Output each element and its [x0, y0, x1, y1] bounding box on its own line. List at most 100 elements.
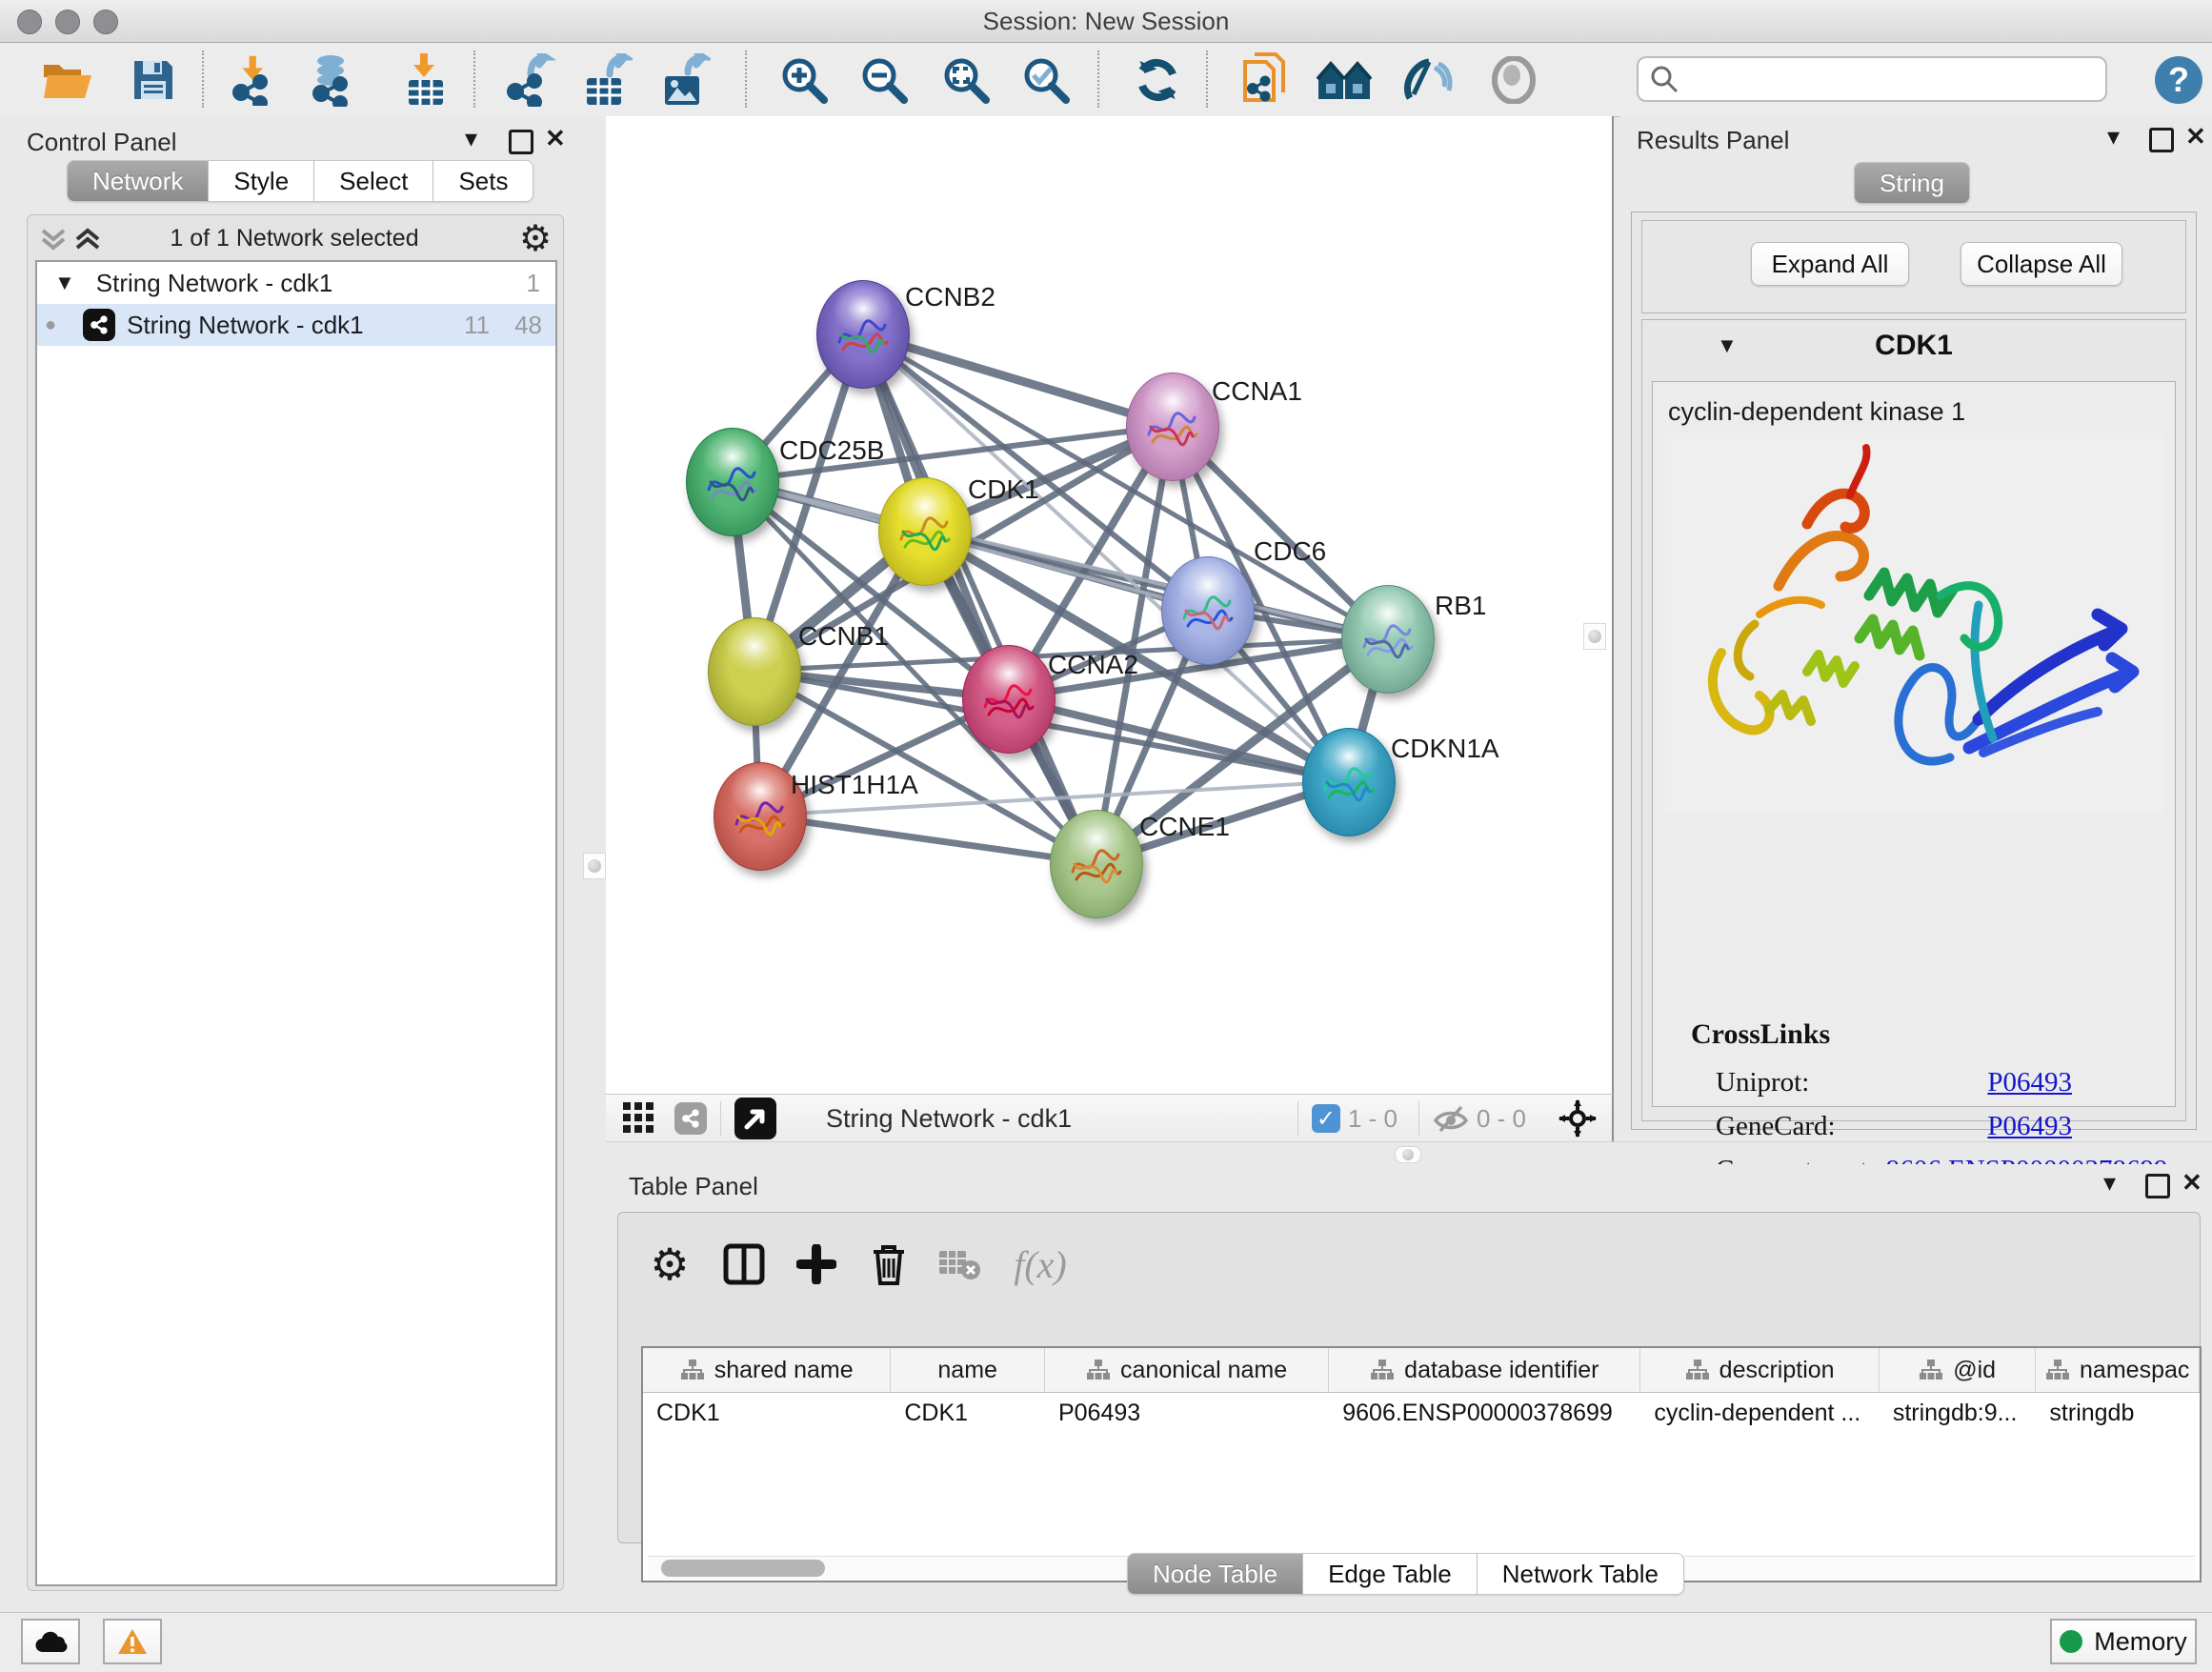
save-session-button[interactable] [126, 52, 181, 108]
table-cell[interactable]: stringdb:9... [1880, 1393, 2037, 1433]
network-row-selected[interactable]: ● String Network - cdk1 11 48 [37, 304, 555, 346]
expand-all-tree-icon[interactable] [39, 227, 68, 252]
tab-style[interactable]: Style [209, 160, 314, 202]
network-collection-row[interactable]: ▼ String Network - cdk1 1 [37, 262, 555, 304]
network-node-ccna2[interactable] [962, 645, 1056, 754]
table-options-gear-icon[interactable]: ⚙ [639, 1234, 700, 1295]
birdseye-view-icon[interactable] [734, 1098, 776, 1139]
import-table-from-file-button[interactable] [396, 52, 452, 108]
crosshair-icon[interactable] [1558, 1099, 1597, 1138]
help-button[interactable]: ? [2155, 56, 2202, 104]
table-cell[interactable]: stringdb [2036, 1393, 2200, 1433]
network-node-cdc25b[interactable] [686, 428, 779, 536]
left-splitter[interactable] [583, 116, 606, 1612]
float-panel-icon[interactable] [509, 130, 533, 154]
network-options-gear-icon[interactable]: ⚙ [519, 217, 552, 260]
show-columns-icon[interactable] [714, 1234, 774, 1295]
tab-node-table[interactable]: Node Table [1127, 1553, 1303, 1595]
hide-graphics-details-button[interactable] [1399, 52, 1455, 108]
toolbar-separator [1418, 1101, 1419, 1136]
collapse-all-button[interactable]: Collapse All [1961, 242, 2122, 286]
string-results-box: Expand All Collapse All ▼ CDK1 cyclin-de… [1631, 212, 2197, 1130]
column-header-name[interactable]: name [891, 1348, 1045, 1392]
tab-sets[interactable]: Sets [433, 160, 533, 202]
network-node-ccna1[interactable] [1126, 373, 1219, 481]
zoom-in-button[interactable] [776, 52, 832, 108]
gene-entry-box: ▼ CDK1 cyclin-dependent kinase 1 [1641, 319, 2186, 1121]
table-cell[interactable]: CDK1 [643, 1393, 891, 1433]
string-style-icon[interactable] [674, 1102, 707, 1135]
float-panel-icon[interactable] [2145, 1174, 2170, 1199]
close-panel-icon[interactable]: ✕ [2185, 122, 2206, 151]
fit-content-button[interactable] [938, 52, 994, 108]
export-table-button[interactable] [579, 52, 634, 108]
crosslink-link[interactable]: P06493 [1987, 1067, 2072, 1098]
network-node-ccnb1[interactable] [708, 617, 801, 726]
refresh-view-button[interactable] [1130, 52, 1185, 108]
close-panel-icon[interactable]: ✕ [545, 124, 566, 153]
warning-button[interactable] [103, 1619, 162, 1664]
right-splitter-handle[interactable] [1583, 623, 1606, 650]
collapse-panel-icon[interactable]: ▾ [2107, 122, 2120, 151]
table-cell[interactable]: cyclin-dependent ... [1640, 1393, 1879, 1433]
column-header-shared-name[interactable]: shared name [643, 1348, 891, 1392]
home-networks-button[interactable] [1317, 52, 1372, 108]
table-cell[interactable]: P06493 [1045, 1393, 1329, 1433]
toolbar-separator [1206, 50, 1208, 108]
titlebar: Session: New Session [0, 0, 2212, 43]
table-row[interactable]: CDK1CDK1P064939606.ENSP00000378699cyclin… [643, 1393, 2200, 1433]
import-network-from-file-button[interactable] [227, 52, 282, 108]
crosslink-label: Uniprot: [1716, 1067, 1809, 1098]
hidden-eye-icon[interactable] [1433, 1104, 1469, 1133]
collection-expand-arrow-icon[interactable]: ▼ [54, 271, 75, 295]
bottom-splitter-handle[interactable] [1395, 1146, 1421, 1163]
selected-checkbox-icon[interactable]: ✓ [1312, 1104, 1340, 1133]
column-header-description[interactable]: description [1640, 1348, 1879, 1392]
scrollbar-thumb[interactable] [661, 1560, 825, 1577]
highlight-view-button[interactable] [1486, 52, 1541, 108]
network-edge-count: 48 [514, 311, 542, 340]
network-node-cdk1[interactable] [878, 477, 972, 586]
grid-view-icon[interactable] [623, 1102, 655, 1135]
network-node-rb1[interactable] [1341, 585, 1435, 694]
search-input[interactable] [1637, 56, 2107, 102]
network-canvas[interactable]: CCNB2 CCNA1 CDC25B CDK1 CDC6 RB1 CCNB1 C… [606, 116, 1614, 1094]
zoom-out-button[interactable] [856, 52, 912, 108]
tab-network-table[interactable]: Network Table [1478, 1553, 1684, 1595]
close-panel-icon[interactable]: ✕ [2182, 1168, 2202, 1198]
memory-button[interactable]: Memory [2050, 1619, 2197, 1664]
float-panel-icon[interactable] [2149, 128, 2174, 152]
crosslink-link[interactable]: P06493 [1987, 1111, 2072, 1142]
network-node-cdkn1a[interactable] [1302, 728, 1396, 836]
tab-select[interactable]: Select [314, 160, 433, 202]
add-column-icon[interactable] [786, 1234, 847, 1295]
collapse-all-tree-icon[interactable] [73, 227, 102, 252]
table-cell[interactable]: 9606.ENSP00000378699 [1329, 1393, 1640, 1433]
node-label-ccna1: CCNA1 [1212, 376, 1302, 407]
column-header--id[interactable]: @id [1880, 1348, 2037, 1392]
export-network-button[interactable] [502, 52, 557, 108]
column-header-canonical-name[interactable]: canonical name [1045, 1348, 1329, 1392]
network-node-ccne1[interactable] [1050, 810, 1143, 918]
column-header-namespac[interactable]: namespac [2036, 1348, 2200, 1392]
share-session-file-button[interactable] [1237, 52, 1293, 108]
delete-table-icon[interactable] [929, 1234, 990, 1295]
network-node-cdc6[interactable] [1161, 556, 1255, 665]
network-node-ccnb2[interactable] [816, 280, 910, 389]
function-builder-icon[interactable]: f(x) [997, 1234, 1083, 1295]
expand-all-button[interactable]: Expand All [1751, 242, 1909, 286]
import-network-from-database-button[interactable] [305, 52, 360, 108]
export-image-button[interactable] [657, 52, 713, 108]
collapse-panel-icon[interactable]: ▾ [2103, 1168, 2116, 1198]
tab-network[interactable]: Network [67, 160, 209, 202]
delete-column-icon[interactable] [858, 1234, 919, 1295]
open-session-button[interactable] [40, 52, 95, 108]
cloud-button[interactable] [21, 1619, 80, 1664]
zoom-selected-button[interactable] [1018, 52, 1074, 108]
left-splitter-handle[interactable] [583, 853, 606, 879]
column-header-database-identifier[interactable]: database identifier [1329, 1348, 1640, 1392]
collapse-panel-icon[interactable]: ▾ [465, 124, 477, 153]
table-cell[interactable]: CDK1 [891, 1393, 1045, 1433]
tab-edge-table[interactable]: Edge Table [1303, 1553, 1478, 1595]
tab-string[interactable]: String [1854, 162, 1970, 204]
